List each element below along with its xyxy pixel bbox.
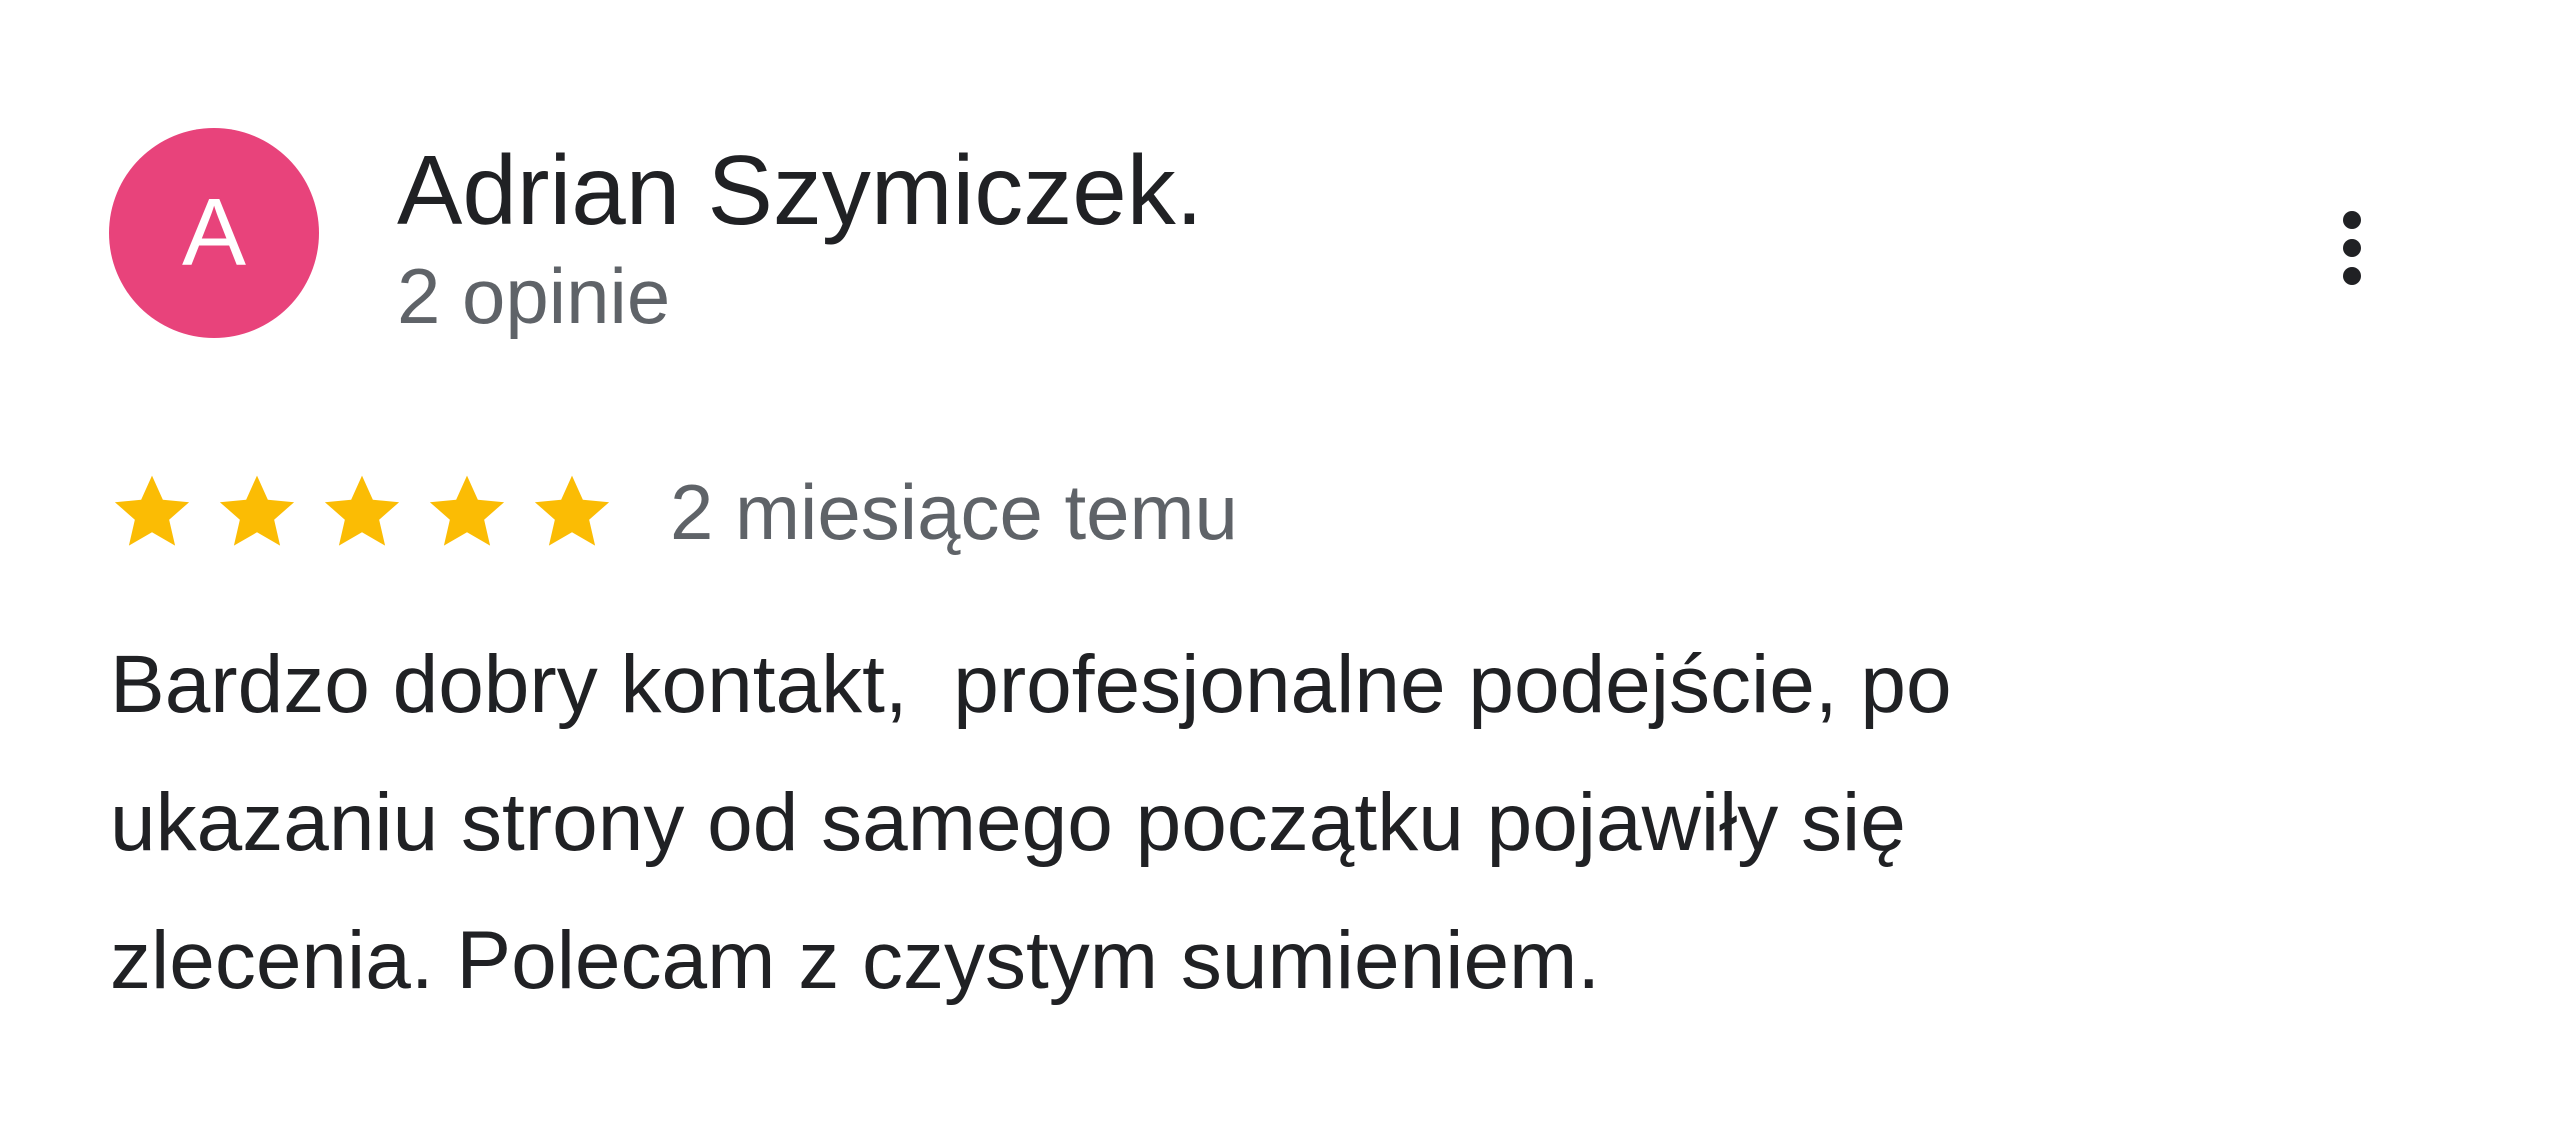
review-card: A Adrian Szymiczek. 2 opinie 2 miesiące … — [0, 0, 2560, 1128]
star-rating — [110, 470, 614, 554]
star-icon — [534, 475, 610, 546]
star-icon — [114, 475, 190, 546]
rating-row: 2 miesiące temu — [110, 462, 1238, 562]
avatar[interactable]: A — [109, 128, 319, 338]
more-vert-icon-dot-3 — [2343, 267, 2361, 285]
more-vert-icon — [2343, 211, 2361, 229]
author-name[interactable]: Adrian Szymiczek. — [397, 130, 1203, 250]
star-icon — [429, 475, 505, 546]
star-icon — [324, 475, 400, 546]
more-vert-icon-dot-2 — [2343, 239, 2361, 257]
review-text: Bardzo dobry kontakt, profesjonalne pode… — [110, 639, 1952, 1006]
review-date: 2 miesiące temu — [670, 468, 1238, 556]
star-icon — [219, 475, 295, 546]
more-options-button[interactable] — [2316, 196, 2388, 300]
author-review-count: 2 opinie — [397, 252, 671, 340]
